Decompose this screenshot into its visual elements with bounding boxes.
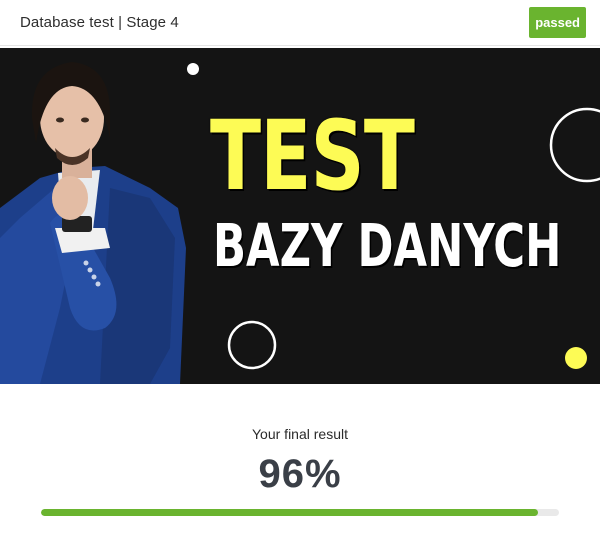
status-badge: passed xyxy=(529,7,586,38)
decor-ring-bottom xyxy=(227,320,277,370)
page-title: Database test | Stage 4 xyxy=(20,14,179,31)
page-header: Database test | Stage 4 passed xyxy=(0,0,600,46)
course-banner: TEST BAZY DANYCH xyxy=(0,48,600,384)
decor-dot-white xyxy=(187,63,199,75)
banner-headline-test: TEST xyxy=(210,100,415,212)
decor-dot-yellow xyxy=(565,347,587,369)
decor-ring-right xyxy=(549,107,600,183)
presenter-photo xyxy=(0,62,186,384)
banner-headline-database: BAZY DANYCH xyxy=(213,211,562,280)
final-result-value: 96% xyxy=(258,452,342,496)
final-result-label: Your final result xyxy=(252,426,348,442)
result-progress-fill xyxy=(41,509,539,516)
result-progress-bar xyxy=(41,509,559,516)
